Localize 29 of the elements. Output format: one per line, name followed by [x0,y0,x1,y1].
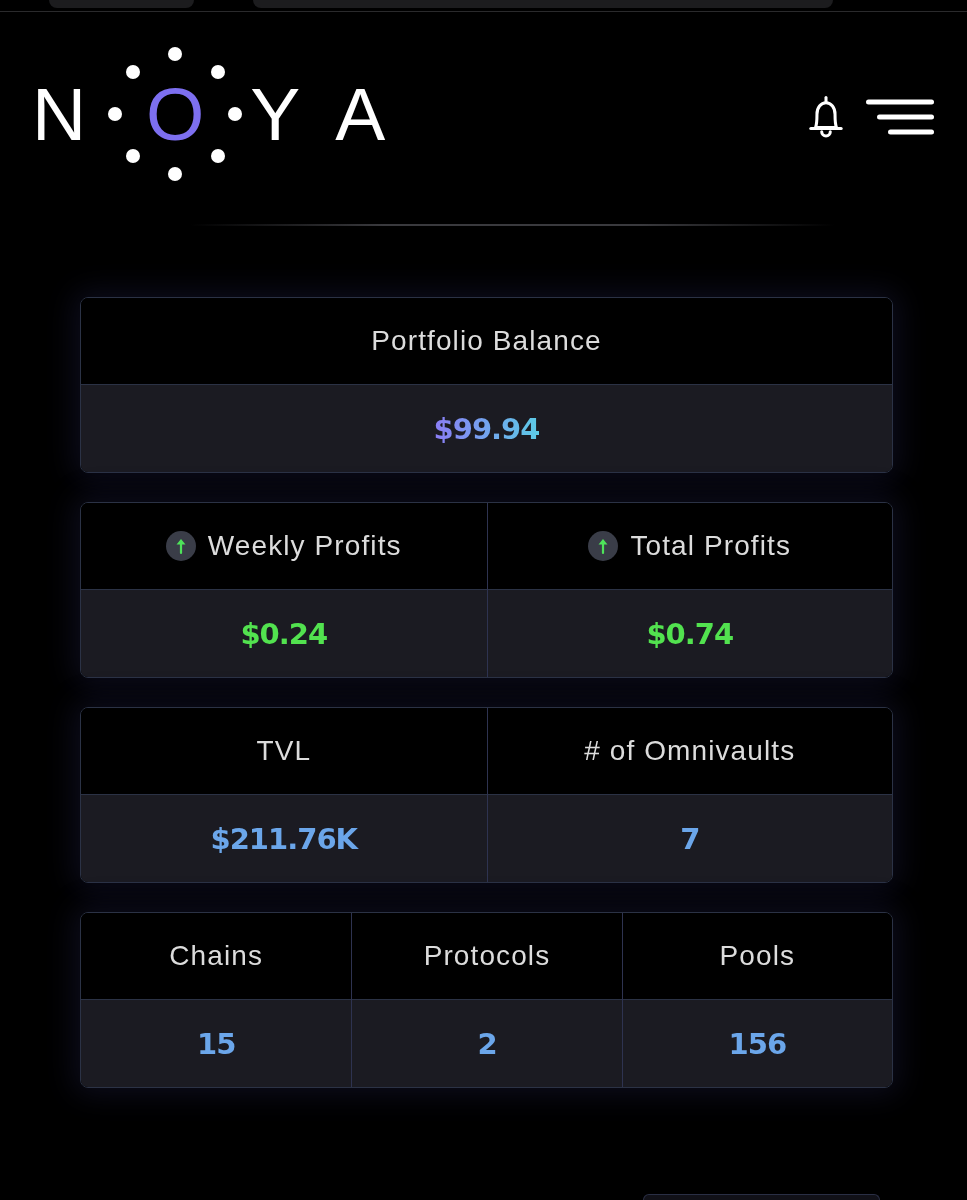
dot-icon [210,149,225,164]
stat-value: 156 [728,1026,787,1061]
stat-value: $0.24 [240,616,328,651]
stat-value: 7 [680,821,700,856]
dot-icon [125,64,140,79]
stat-value: $0.74 [646,616,734,651]
stat-label: Chains [169,940,264,972]
stat-label: # of Omnivaults [584,735,796,767]
dot-icon [125,149,140,164]
dot-icon [168,47,183,61]
dot-icon [168,167,183,181]
logo-letter: Y [250,76,301,152]
stat-value: 15 [197,1026,236,1061]
stat-label: TVL [256,735,312,767]
stat-label: Portfolio Balance [371,325,602,357]
bell-icon[interactable] [807,94,845,140]
stat-label: Weekly Profits [207,530,402,562]
dot-icon [228,107,243,121]
dot-icon [210,64,225,79]
menu-icon[interactable] [866,99,934,135]
logo-letter: O [146,83,205,145]
logo-letter: N [32,76,87,152]
logo-letter: A [335,76,386,152]
stat-label: Pools [719,940,796,972]
stat-value: $211.76K [210,821,358,856]
stat-label: Total Profits [630,530,792,562]
stat-value: 2 [477,1026,497,1061]
stat-label: Protocols [423,940,551,972]
dot-icon [108,107,123,121]
